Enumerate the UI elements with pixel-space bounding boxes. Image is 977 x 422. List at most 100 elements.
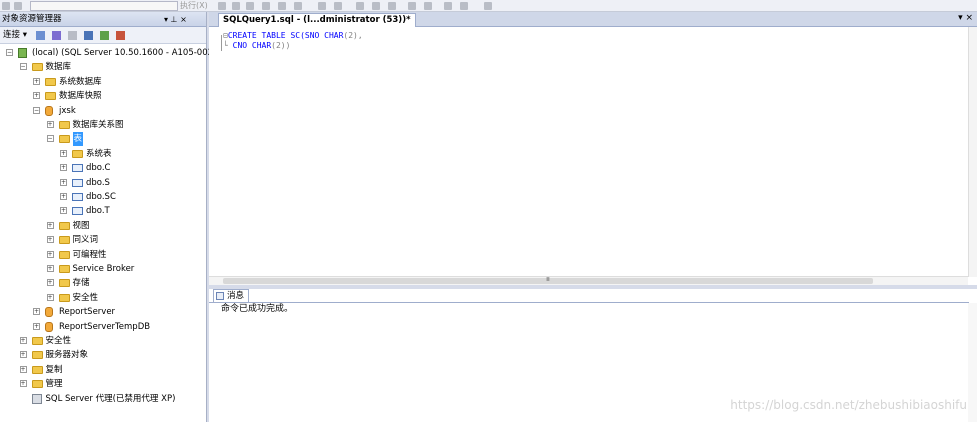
expand-icon[interactable]: + xyxy=(33,308,40,316)
tab-sqlquery1[interactable]: SQLQuery1.sql - (l...dministrator (53))* xyxy=(218,13,416,27)
tree-node-label: ReportServerTempDB xyxy=(59,321,151,332)
expand-icon[interactable]: + xyxy=(19,337,27,344)
tree-node-security[interactable]: + 安全性 xyxy=(0,334,206,348)
toolbar-icon[interactable] xyxy=(14,2,22,10)
database-select[interactable] xyxy=(30,1,178,11)
tree-node-synonyms[interactable]: + 同义词 xyxy=(0,233,206,247)
tree-node-dbo-sc[interactable]: + dbo.SC xyxy=(0,190,206,204)
sql-code[interactable]: ⊟CREATE TABLE SC(SNO CHAR(2), └ CNO CHAR… xyxy=(223,31,363,51)
tree-node-databases[interactable]: − 数据库 xyxy=(0,60,206,74)
expand-icon[interactable]: + xyxy=(33,322,40,330)
tree-node-replication[interactable]: + 复制 xyxy=(0,363,206,377)
expand-icon[interactable]: + xyxy=(46,279,54,287)
indent-icon[interactable] xyxy=(444,2,452,10)
refresh-icon[interactable] xyxy=(100,31,109,40)
tree-node-sys-tables[interactable]: + 系统表 xyxy=(0,147,206,161)
tree-node-sys-dbs[interactable]: + 系统数据库 xyxy=(0,75,206,89)
stop-icon[interactable] xyxy=(68,31,77,40)
tree-node-server[interactable]: − (local) (SQL Server 10.50.1600 - A105-0… xyxy=(0,46,213,60)
summary-icon[interactable] xyxy=(116,31,125,40)
expand-icon[interactable]: + xyxy=(33,77,40,85)
execute-button[interactable]: 执行(X) xyxy=(180,0,208,12)
collapse-icon[interactable]: − xyxy=(46,135,54,143)
tree-node-jxsk[interactable]: − jxsk xyxy=(0,104,206,118)
divider xyxy=(209,302,969,303)
tree-node-db-security[interactable]: + 安全性 xyxy=(0,291,206,305)
expand-icon[interactable]: + xyxy=(46,250,54,258)
expand-icon[interactable]: + xyxy=(19,365,27,373)
messages-scrollbar[interactable] xyxy=(968,303,977,422)
tree-node-dbo-s[interactable]: + dbo.S xyxy=(0,176,206,190)
tree-node-diagrams[interactable]: + 数据库关系图 xyxy=(0,118,206,132)
editor-vertical-scrollbar[interactable] xyxy=(968,27,977,277)
expand-icon[interactable]: + xyxy=(46,293,54,301)
object-explorer-header: 对象资源管理器 ▾ ⊥ × xyxy=(0,12,206,27)
toolbar-icon[interactable] xyxy=(294,2,302,10)
tree-node-sql-agent[interactable]: SQL Server 代理(已禁用代理 XP) xyxy=(0,392,206,406)
check-icon[interactable] xyxy=(246,2,254,10)
tree-node-service-broker[interactable]: + Service Broker xyxy=(0,262,206,276)
panel-controls[interactable]: ▾ ⊥ × xyxy=(164,12,187,27)
tree-node-storage[interactable]: + 存储 xyxy=(0,276,206,290)
expand-icon[interactable]: + xyxy=(60,178,67,186)
tree-node-reportservertempdb[interactable]: + ReportServerTempDB xyxy=(0,320,206,334)
tree-node-label: 可编程性 xyxy=(72,249,107,260)
tree-node-server-objects[interactable]: + 服务器对象 xyxy=(0,348,206,362)
tree-node-tables[interactable]: − 表 xyxy=(0,132,206,147)
expand-icon[interactable]: + xyxy=(46,236,54,244)
expand-icon[interactable]: + xyxy=(60,207,67,215)
toolbar-icon[interactable] xyxy=(2,2,10,10)
watermark: https://blog.csdn.net/zhebushibiaoshifu xyxy=(730,398,967,412)
collapse-icon[interactable]: − xyxy=(6,49,13,56)
tree-node-label: 安全性 xyxy=(45,336,72,346)
toolbar-icon[interactable] xyxy=(388,2,396,10)
table-icon xyxy=(72,207,83,216)
uncomment-icon[interactable] xyxy=(424,2,432,10)
outdent-icon[interactable] xyxy=(460,2,468,10)
tree-node-dbo-t[interactable]: + dbo.T xyxy=(0,204,206,218)
expand-icon[interactable]: + xyxy=(19,380,27,388)
tree-node-label: 数据库关系图 xyxy=(72,120,124,130)
disconnect-icon[interactable] xyxy=(52,31,61,40)
tab-controls[interactable]: ▾ × xyxy=(958,13,973,23)
play-icon[interactable] xyxy=(218,2,226,10)
expand-icon[interactable]: + xyxy=(46,265,54,272)
editor-horizontal-scrollbar[interactable]: Ⅲ xyxy=(209,276,968,285)
tree-node-db-snapshots[interactable]: + 数据库快照 xyxy=(0,89,206,103)
toolbar-icon[interactable] xyxy=(372,2,380,10)
expand-icon[interactable]: + xyxy=(33,92,40,100)
toolbar-icon[interactable] xyxy=(356,2,364,10)
collapse-icon[interactable]: − xyxy=(33,106,40,114)
folder-icon xyxy=(31,351,43,360)
expand-icon[interactable]: + xyxy=(46,221,54,229)
stop-icon[interactable] xyxy=(232,2,240,10)
folder-icon xyxy=(45,92,56,101)
tab-messages[interactable]: 消息 xyxy=(213,289,250,302)
expand-icon[interactable]: + xyxy=(19,351,27,359)
toolbar-icon[interactable] xyxy=(484,2,492,10)
connect-button[interactable]: 连接 ▾ xyxy=(3,30,27,40)
tree-node-label: 存储 xyxy=(72,278,90,289)
tree-node-reportserver[interactable]: + ReportServer xyxy=(0,305,206,319)
tree-node-programmability[interactable]: + 可编程性 xyxy=(0,248,206,262)
parse-icon[interactable] xyxy=(262,2,270,10)
scroll-thumb[interactable]: Ⅲ xyxy=(223,278,873,284)
toolbar-icon[interactable] xyxy=(278,2,286,10)
expand-icon[interactable]: + xyxy=(60,164,67,172)
tree-node-management[interactable]: + 管理 xyxy=(0,377,206,391)
connect-db-icon[interactable] xyxy=(36,31,45,40)
toolbar-icon[interactable] xyxy=(334,2,342,10)
filter-icon[interactable] xyxy=(84,31,93,40)
toolbar-icon[interactable] xyxy=(318,2,326,10)
tree-node-label: ReportServer xyxy=(59,307,116,318)
comment-icon[interactable] xyxy=(408,2,416,10)
tree-node-dbo-c[interactable]: + dbo.C xyxy=(0,161,206,175)
outline-guide xyxy=(221,35,222,51)
tree-node-views[interactable]: + 视图 xyxy=(0,219,206,233)
message-text: 命令已成功完成。 xyxy=(221,304,294,314)
expand-icon[interactable]: + xyxy=(46,121,54,128)
tree-node-label: 同义词 xyxy=(72,235,99,246)
collapse-icon[interactable]: − xyxy=(19,63,27,71)
expand-icon[interactable]: + xyxy=(60,149,67,157)
expand-icon[interactable]: + xyxy=(60,193,67,200)
